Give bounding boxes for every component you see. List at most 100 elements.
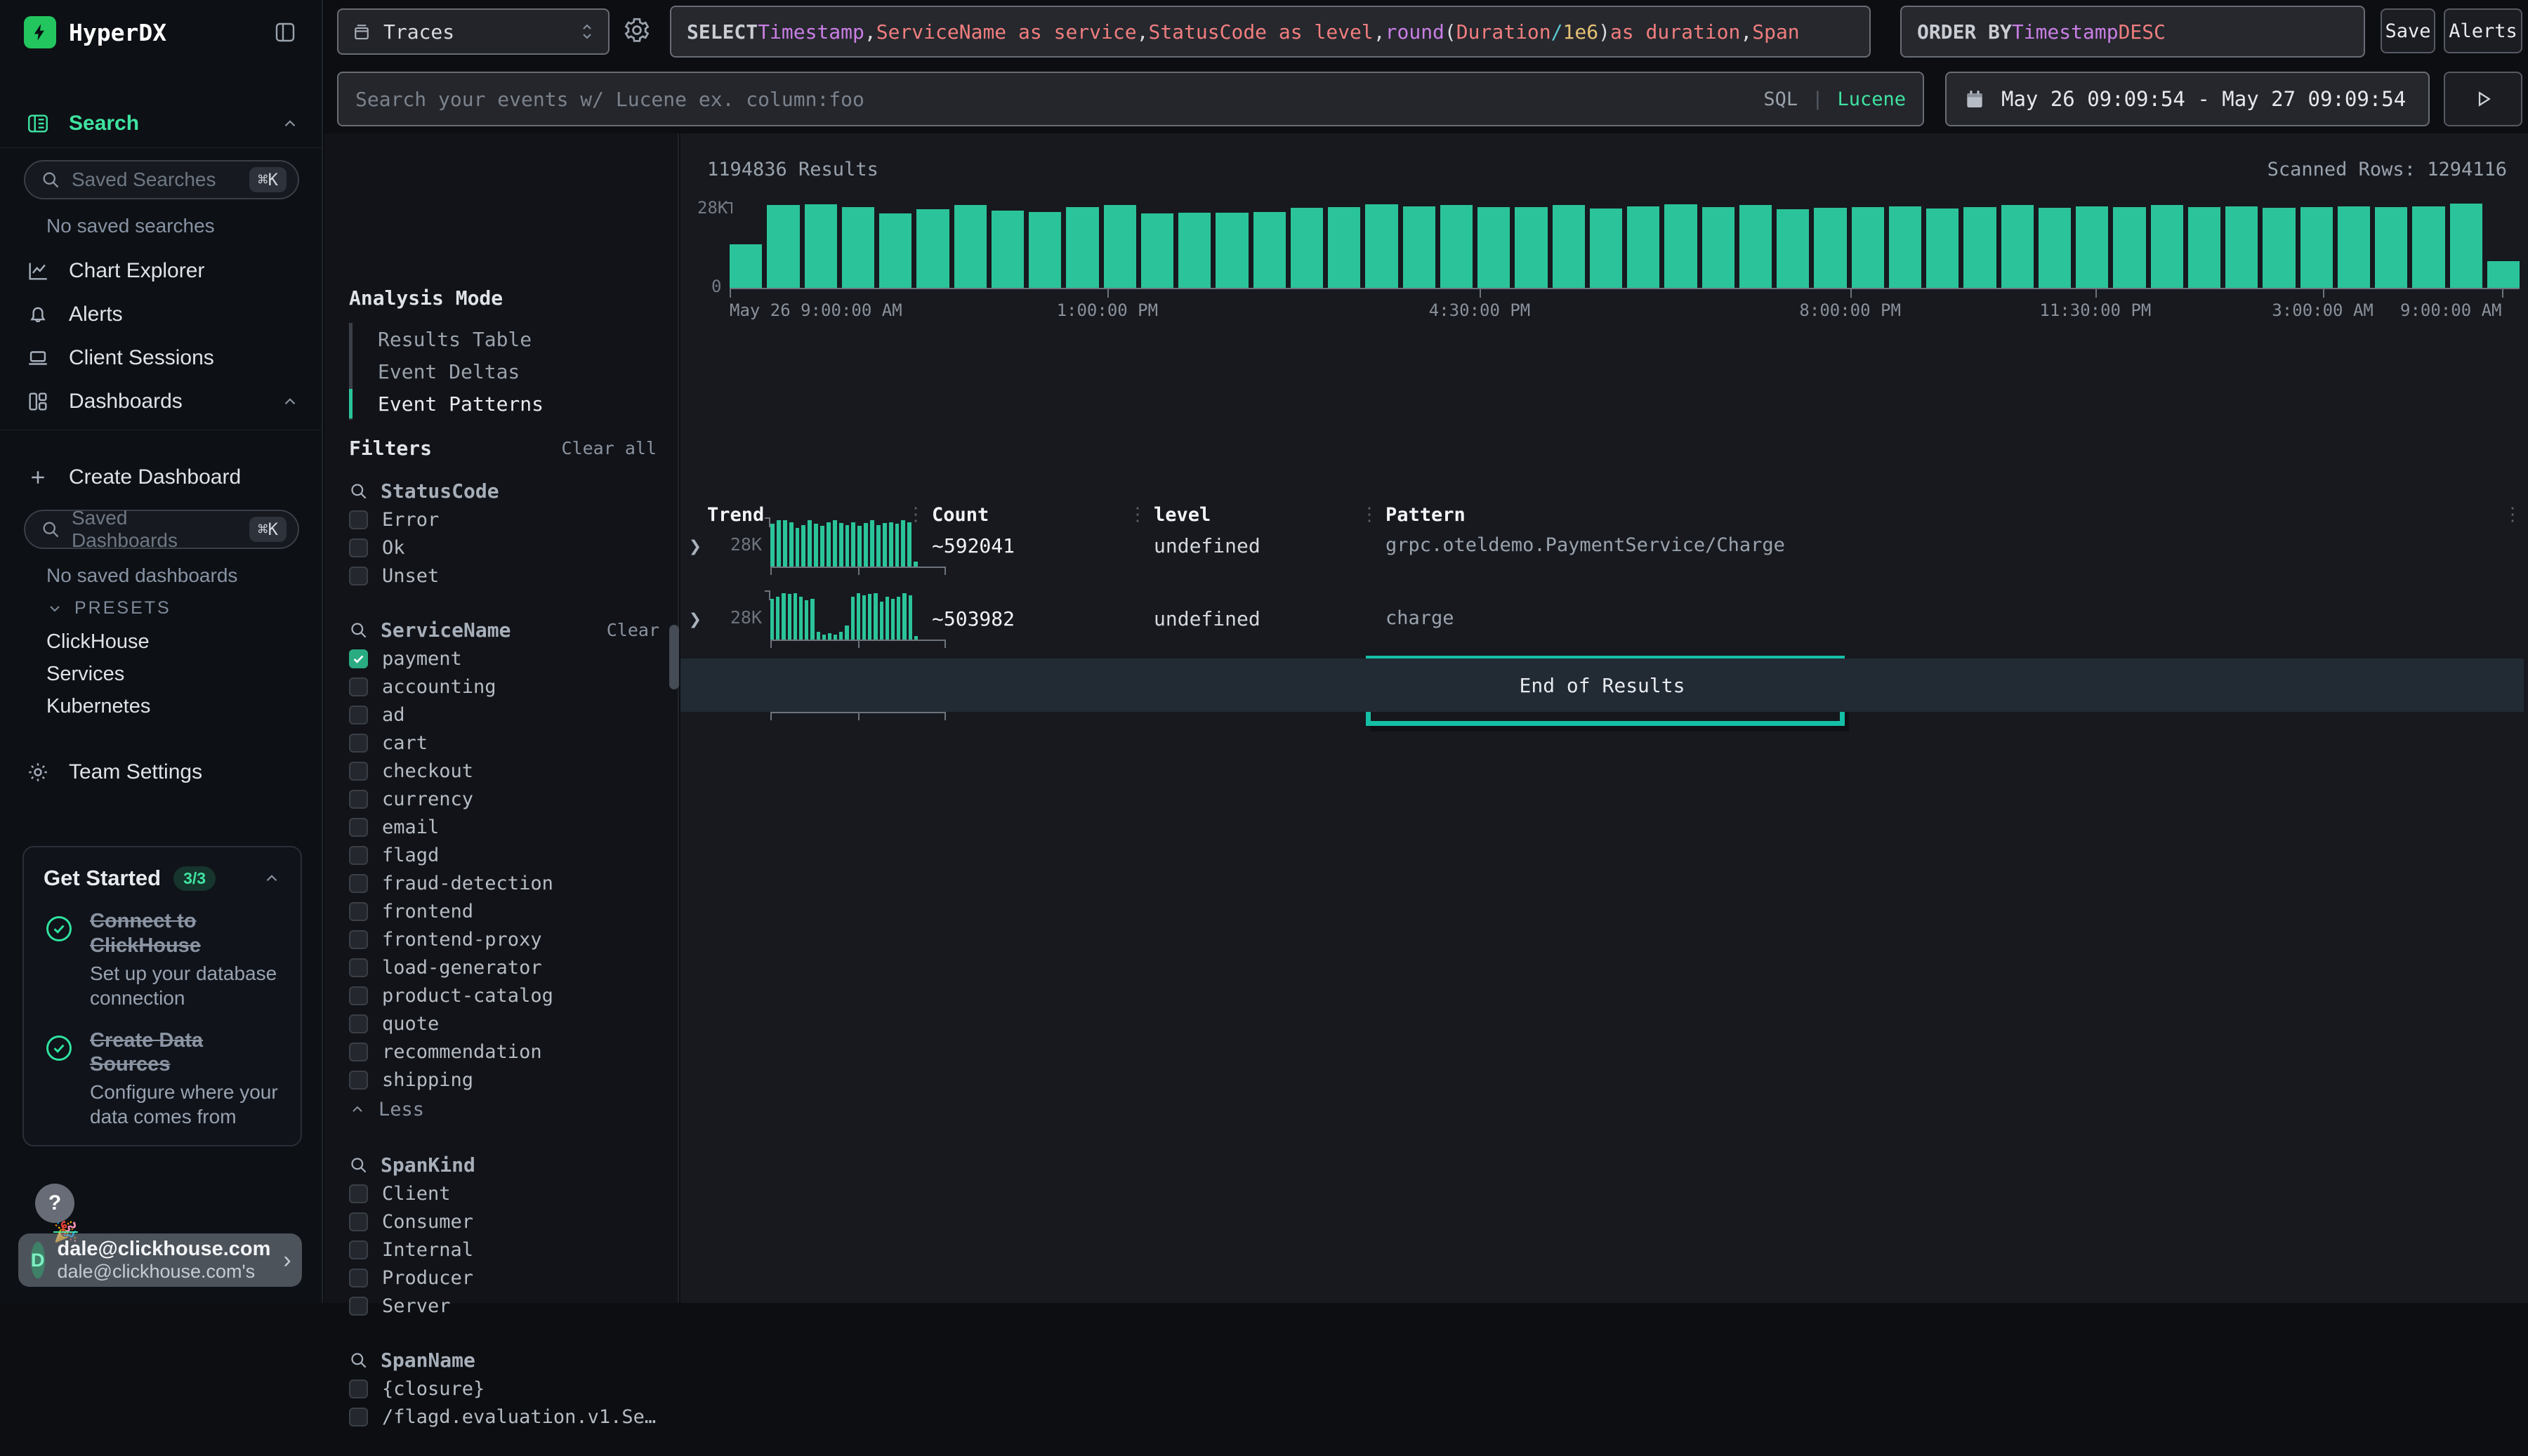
sidebar-item-team-settings[interactable]: Team Settings — [0, 753, 323, 792]
filter-option-flagd[interactable]: flagd — [349, 841, 659, 869]
checkbox[interactable] — [349, 1379, 368, 1398]
checkbox[interactable] — [349, 818, 368, 837]
checkbox[interactable] — [349, 1043, 368, 1061]
filter-option-recommendation[interactable]: recommendation — [349, 1038, 659, 1066]
filter-option-quote[interactable]: quote — [349, 1010, 659, 1038]
clear-group-link[interactable]: Clear — [607, 620, 659, 640]
filter-option-consumer[interactable]: Consumer — [349, 1207, 659, 1236]
checkbox[interactable] — [349, 567, 368, 585]
get-started-header[interactable]: Get Started 3/3 — [44, 866, 281, 891]
filter-option--closure-[interactable]: {closure} — [349, 1375, 659, 1403]
results-histogram[interactable]: 28K 0 May 26 9:00:00 AM1:00:00 PM4:30:00… — [730, 204, 2520, 289]
sidebar-item-chart-explorer[interactable]: Chart Explorer — [0, 251, 323, 291]
filter-option-cart[interactable]: cart — [349, 729, 659, 757]
language-toggle-sql[interactable]: SQL — [1763, 88, 1798, 110]
checkbox[interactable] — [349, 1212, 368, 1231]
filter-option-ad[interactable]: ad — [349, 701, 659, 729]
filter-option-producer[interactable]: Producer — [349, 1264, 659, 1292]
checkbox[interactable] — [349, 1297, 368, 1316]
sidebar-item-search[interactable]: Search — [0, 104, 323, 143]
chevron-up-icon[interactable] — [281, 114, 299, 133]
checkbox[interactable] — [349, 790, 368, 809]
filter-option-error[interactable]: Error — [349, 505, 659, 534]
source-select[interactable]: Traces — [337, 8, 610, 55]
get-started-step[interactable]: Connect to ClickHouse Set up your databa… — [44, 909, 281, 1010]
filter-option-internal[interactable]: Internal — [349, 1236, 659, 1264]
filter-option-shipping[interactable]: shipping — [349, 1066, 659, 1094]
row-expander-icon[interactable]: ❯ — [689, 534, 702, 559]
clear-all-filters-link[interactable]: Clear all — [562, 438, 657, 458]
filter-group-header[interactable]: SpanName — [349, 1345, 659, 1375]
show-less-toggle[interactable]: Less — [349, 1094, 659, 1125]
filter-option-client[interactable]: Client — [349, 1179, 659, 1207]
sidebar-item-dashboards[interactable]: Dashboards — [0, 382, 323, 421]
filter-option-payment[interactable]: payment — [349, 644, 659, 673]
checkbox[interactable] — [349, 930, 368, 949]
filter-option--flagd-evaluation-v1-se-[interactable]: /flagd.evaluation.v1.Se… — [349, 1403, 659, 1431]
preset-clickhouse[interactable]: ClickHouse — [46, 630, 150, 654]
checkbox[interactable] — [349, 677, 368, 696]
checkbox[interactable] — [349, 649, 368, 668]
panel-scrollbar-thumb[interactable] — [669, 625, 679, 689]
order-by-editor[interactable]: ORDER BY Timestamp DESC — [1900, 6, 2365, 58]
checkbox[interactable] — [349, 510, 368, 529]
chevron-up-icon[interactable] — [263, 869, 281, 887]
filter-group-header[interactable]: SpanKind — [349, 1150, 659, 1179]
filter-option-unset[interactable]: Unset — [349, 562, 659, 590]
pattern-row[interactable]: ❯28K~503982undefinedcharge — [680, 589, 2528, 662]
chevron-up-icon[interactable] — [281, 392, 299, 411]
checkbox[interactable] — [349, 846, 368, 865]
filter-option-accounting[interactable]: accounting — [349, 673, 659, 701]
sidebar-item-client-sessions[interactable]: Client Sessions — [0, 338, 323, 378]
filter-option-product-catalog[interactable]: product-catalog — [349, 981, 659, 1010]
checkbox[interactable] — [349, 762, 368, 781]
checkbox[interactable] — [349, 538, 368, 557]
checkbox[interactable] — [349, 1184, 368, 1203]
event-search-input[interactable]: Search your events w/ Lucene ex. column:… — [337, 72, 1924, 126]
user-profile-bar[interactable]: D dale@clickhouse.com dale@clickhouse.co… — [18, 1233, 302, 1287]
presets-toggle[interactable]: PRESETS — [46, 598, 171, 618]
checkbox[interactable] — [349, 734, 368, 753]
analysis-mode-results-table[interactable]: Results Table — [353, 323, 544, 355]
language-toggle-lucene[interactable]: Lucene — [1837, 88, 1906, 110]
date-range-picker[interactable]: May 26 09:09:54 - May 27 09:09:54 — [1945, 72, 2430, 126]
sql-select-editor[interactable]: SELECT Timestamp, ServiceName as service… — [670, 6, 1871, 58]
create-dashboard-button[interactable]: Create Dashboard — [0, 458, 323, 497]
alerts-button[interactable]: Alerts — [2444, 8, 2522, 53]
filter-option-frontend[interactable]: frontend — [349, 897, 659, 925]
checkbox[interactable] — [349, 1014, 368, 1033]
filter-option-ok[interactable]: Ok — [349, 534, 659, 562]
save-button[interactable]: Save — [2381, 8, 2435, 53]
checkbox[interactable] — [349, 986, 368, 1005]
filter-option-load-generator[interactable]: load-generator — [349, 953, 659, 981]
analysis-mode-event-patterns[interactable]: Event Patterns — [353, 388, 544, 420]
analysis-mode-event-deltas[interactable]: Event Deltas — [353, 355, 544, 388]
filter-group-header[interactable]: StatusCode — [349, 476, 659, 505]
checkbox[interactable] — [349, 958, 368, 977]
checkbox[interactable] — [349, 1240, 368, 1259]
checkbox[interactable] — [349, 706, 368, 724]
checkbox[interactable] — [349, 1408, 368, 1427]
checkbox[interactable] — [349, 874, 368, 893]
saved-searches-input[interactable]: Saved Searches ⌘K — [24, 160, 299, 199]
row-expander-icon[interactable]: ❯ — [689, 607, 702, 632]
histogram-bars[interactable] — [730, 204, 2520, 289]
preset-kubernetes[interactable]: Kubernetes — [46, 695, 150, 718]
checkbox[interactable] — [349, 902, 368, 921]
preset-services[interactable]: Services — [46, 663, 124, 686]
filter-option-fraud-detection[interactable]: fraud-detection — [349, 869, 659, 897]
help-button[interactable]: ? — [35, 1184, 74, 1223]
filter-option-email[interactable]: email — [349, 813, 659, 841]
filter-option-frontend-proxy[interactable]: frontend-proxy — [349, 925, 659, 953]
checkbox[interactable] — [349, 1071, 368, 1090]
filter-option-checkout[interactable]: checkout — [349, 757, 659, 785]
run-query-button[interactable] — [2444, 72, 2522, 126]
source-settings-gear-icon[interactable] — [622, 15, 652, 45]
get-started-step[interactable]: Create Data Sources Configure where your… — [44, 1028, 281, 1130]
sidebar-item-alerts[interactable]: Alerts — [0, 295, 323, 334]
filter-option-server[interactable]: Server — [349, 1292, 659, 1320]
filter-group-header[interactable]: ServiceNameClear — [349, 615, 659, 644]
checkbox[interactable] — [349, 1269, 368, 1288]
filter-option-currency[interactable]: currency — [349, 785, 659, 813]
saved-dashboards-input[interactable]: Saved Dashboards ⌘K — [24, 510, 299, 549]
